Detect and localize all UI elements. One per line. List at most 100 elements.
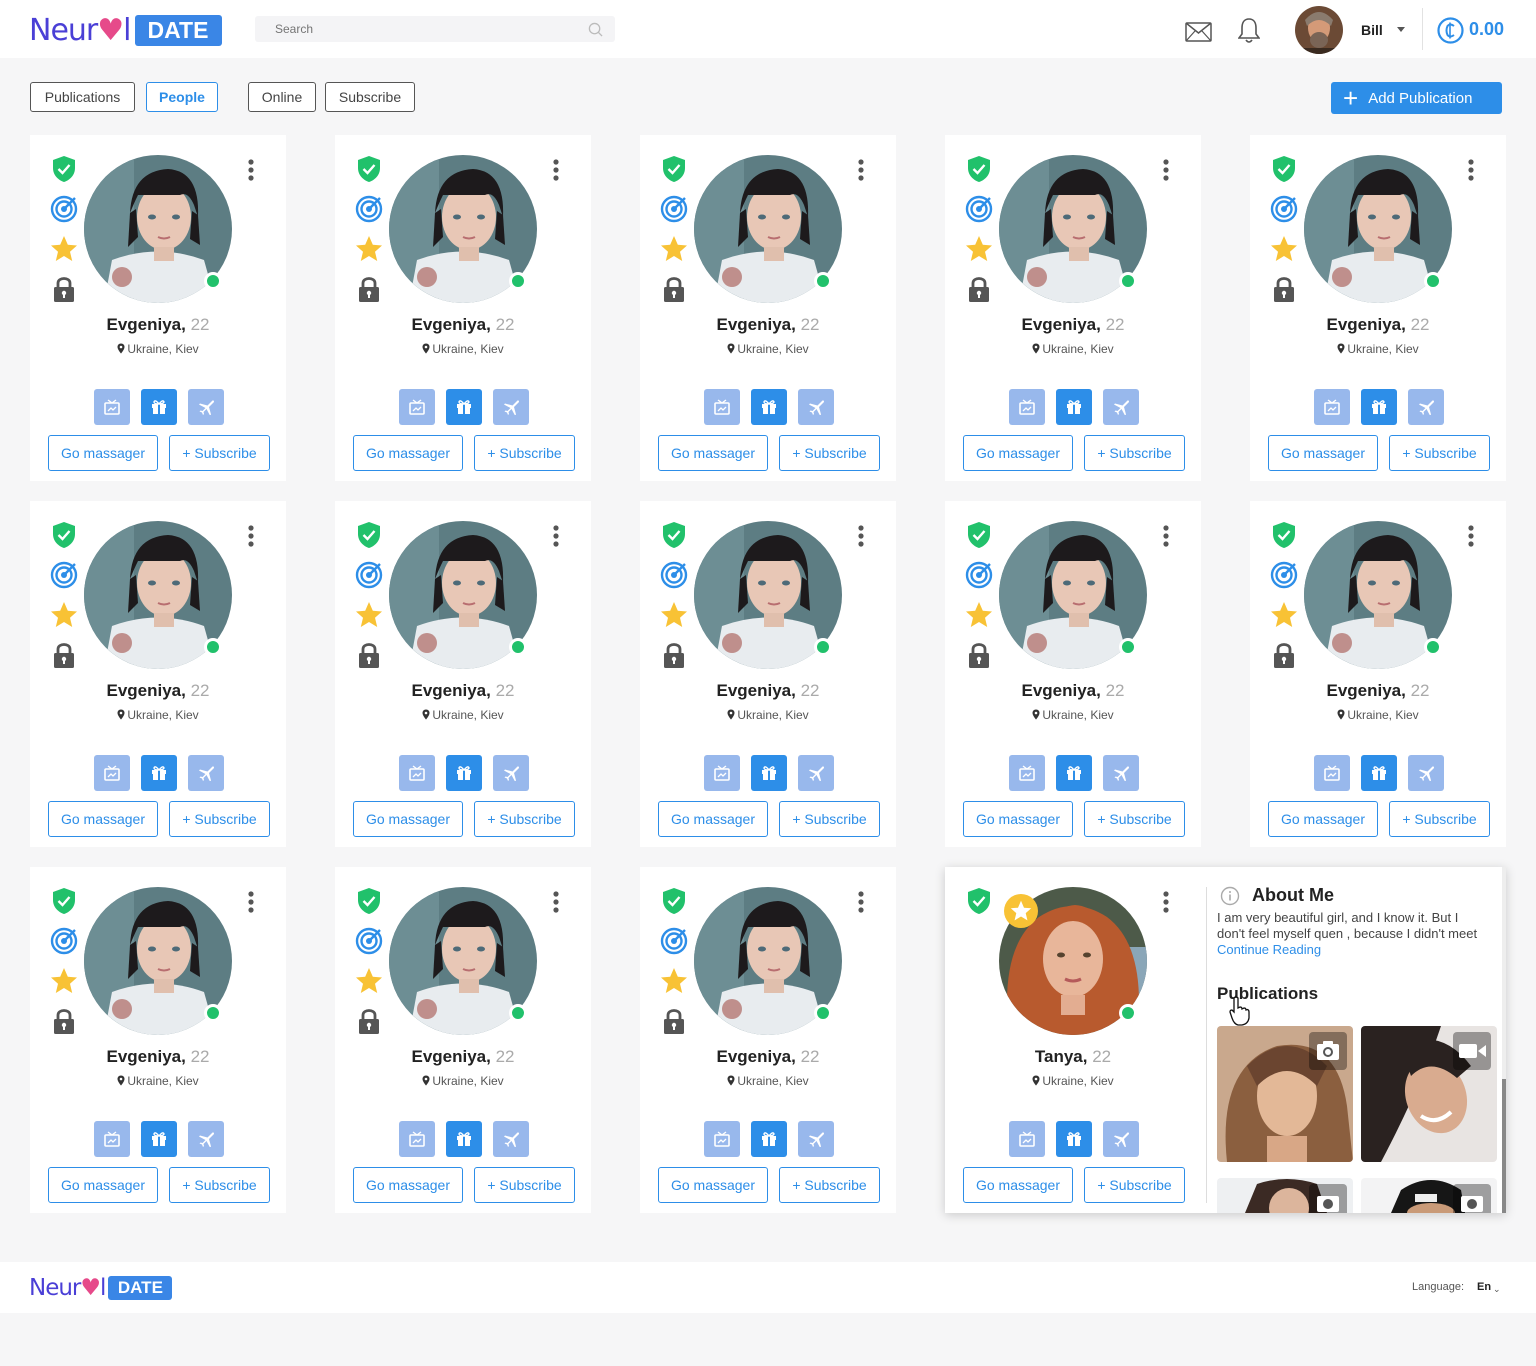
video-chat-button[interactable] xyxy=(1009,389,1045,425)
language-select[interactable]: En xyxy=(1477,1281,1491,1293)
filter-online[interactable]: Online xyxy=(248,82,316,112)
go-messenger-button[interactable]: Go massager xyxy=(353,801,463,837)
more-vert-icon[interactable] xyxy=(1163,159,1169,181)
profile-name[interactable]: Tanya, 22 xyxy=(945,1047,1201,1067)
video-chat-button[interactable] xyxy=(704,1121,740,1157)
profile-card[interactable]: Evgeniya, 22 Ukraine, Kiev Go massager +… xyxy=(30,501,286,847)
profile-name[interactable]: Evgeniya, 22 xyxy=(640,1047,896,1067)
more-vert-icon[interactable] xyxy=(858,159,864,181)
profile-name[interactable]: Evgeniya, 22 xyxy=(640,315,896,335)
publication-thumb[interactable] xyxy=(1361,1026,1497,1162)
footer-brand-logo[interactable]: Neur ♥ l DATE xyxy=(29,1275,173,1301)
go-messenger-button[interactable]: Go massager xyxy=(963,435,1073,471)
subscribe-button[interactable]: + Subscribe xyxy=(779,1167,880,1203)
go-messenger-button[interactable]: Go massager xyxy=(658,801,768,837)
brand-logo[interactable]: Neur ♥ l DATE xyxy=(29,13,222,48)
more-vert-icon[interactable] xyxy=(1163,525,1169,547)
gift-button[interactable] xyxy=(1361,389,1397,425)
go-messenger-button[interactable]: Go massager xyxy=(48,801,158,837)
profile-card[interactable]: Evgeniya, 22 Ukraine, Kiev Go massager +… xyxy=(640,135,896,481)
publication-thumb[interactable] xyxy=(1361,1178,1497,1213)
gift-button[interactable] xyxy=(141,389,177,425)
scrollbar[interactable] xyxy=(1502,867,1506,1213)
gift-button[interactable] xyxy=(1361,755,1397,791)
travel-button[interactable] xyxy=(1103,1121,1139,1157)
chevron-down-icon[interactable] xyxy=(1397,27,1405,32)
gift-button[interactable] xyxy=(446,1121,482,1157)
more-vert-icon[interactable] xyxy=(1468,159,1474,181)
more-vert-icon[interactable] xyxy=(248,525,254,547)
profile-card[interactable]: Evgeniya, 22 Ukraine, Kiev Go massager +… xyxy=(1250,135,1506,481)
subscribe-button[interactable]: + Subscribe xyxy=(1084,1167,1185,1203)
more-vert-icon[interactable] xyxy=(1468,525,1474,547)
gift-button[interactable] xyxy=(1056,1121,1092,1157)
more-vert-icon[interactable] xyxy=(1163,891,1169,913)
profile-name[interactable]: Evgeniya, 22 xyxy=(1250,315,1506,335)
profile-name[interactable]: Evgeniya, 22 xyxy=(30,681,286,701)
profile-name[interactable]: Evgeniya, 22 xyxy=(30,315,286,335)
more-vert-icon[interactable] xyxy=(248,891,254,913)
profile-card[interactable]: Evgeniya, 22 Ukraine, Kiev Go massager +… xyxy=(945,501,1201,847)
publication-thumb[interactable] xyxy=(1217,1178,1353,1213)
add-publication-button[interactable]: + Add Publication xyxy=(1331,82,1502,114)
more-vert-icon[interactable] xyxy=(553,159,559,181)
travel-button[interactable] xyxy=(188,755,224,791)
video-chat-button[interactable] xyxy=(94,1121,130,1157)
travel-button[interactable] xyxy=(493,389,529,425)
video-chat-button[interactable] xyxy=(94,755,130,791)
subscribe-button[interactable]: + Subscribe xyxy=(474,1167,575,1203)
profile-name[interactable]: Evgeniya, 22 xyxy=(640,681,896,701)
search-bar[interactable] xyxy=(255,16,615,42)
publication-thumb[interactable] xyxy=(1217,1026,1353,1162)
travel-button[interactable] xyxy=(798,389,834,425)
subscribe-button[interactable]: + Subscribe xyxy=(474,435,575,471)
gift-button[interactable] xyxy=(751,389,787,425)
gift-button[interactable] xyxy=(446,389,482,425)
more-vert-icon[interactable] xyxy=(248,159,254,181)
video-chat-button[interactable] xyxy=(399,1121,435,1157)
filter-people[interactable]: People xyxy=(146,82,218,112)
profile-card[interactable]: Evgeniya, 22 Ukraine, Kiev Go massager +… xyxy=(335,501,591,847)
gift-button[interactable] xyxy=(1056,389,1092,425)
more-vert-icon[interactable] xyxy=(553,891,559,913)
gift-button[interactable] xyxy=(141,755,177,791)
video-chat-button[interactable] xyxy=(399,389,435,425)
more-vert-icon[interactable] xyxy=(858,891,864,913)
chevron-down-icon[interactable]: ⌄ xyxy=(1493,1284,1501,1295)
subscribe-button[interactable]: + Subscribe xyxy=(1389,801,1490,837)
video-chat-button[interactable] xyxy=(94,389,130,425)
go-messenger-button[interactable]: Go massager xyxy=(353,1167,463,1203)
go-messenger-button[interactable]: Go massager xyxy=(658,435,768,471)
gift-button[interactable] xyxy=(1056,755,1092,791)
video-chat-button[interactable] xyxy=(704,389,740,425)
expanded-profile-summary[interactable]: Tanya, 22 Ukraine, Kiev Go massager + Su… xyxy=(945,867,1201,1213)
go-messenger-button[interactable]: Go massager xyxy=(48,435,158,471)
video-chat-button[interactable] xyxy=(704,755,740,791)
subscribe-button[interactable]: + Subscribe xyxy=(779,801,880,837)
subscribe-button[interactable]: + Subscribe xyxy=(169,435,270,471)
travel-button[interactable] xyxy=(493,1121,529,1157)
profile-card[interactable]: Evgeniya, 22 Ukraine, Kiev Go massager +… xyxy=(1250,501,1506,847)
subscribe-button[interactable]: + Subscribe xyxy=(1084,801,1185,837)
mail-icon[interactable] xyxy=(1185,22,1212,42)
profile-card[interactable]: Evgeniya, 22 Ukraine, Kiev Go massager +… xyxy=(640,867,896,1213)
profile-name[interactable]: Evgeniya, 22 xyxy=(30,1047,286,1067)
video-chat-button[interactable] xyxy=(1314,389,1350,425)
bell-icon[interactable] xyxy=(1238,17,1260,44)
profile-name[interactable]: Evgeniya, 22 xyxy=(945,681,1201,701)
travel-button[interactable] xyxy=(493,755,529,791)
travel-button[interactable] xyxy=(1408,389,1444,425)
profile-card[interactable]: Evgeniya, 22 Ukraine, Kiev Go massager +… xyxy=(640,501,896,847)
subscribe-button[interactable]: + Subscribe xyxy=(1389,435,1490,471)
profile-card[interactable]: Evgeniya, 22 Ukraine, Kiev Go massager +… xyxy=(30,135,286,481)
travel-button[interactable] xyxy=(1408,755,1444,791)
profile-name[interactable]: Evgeniya, 22 xyxy=(335,681,591,701)
go-messenger-button[interactable]: Go massager xyxy=(48,1167,158,1203)
user-avatar[interactable] xyxy=(1295,6,1343,54)
profile-name[interactable]: Evgeniya, 22 xyxy=(945,315,1201,335)
profile-name[interactable]: Evgeniya, 22 xyxy=(335,1047,591,1067)
subscribe-button[interactable]: + Subscribe xyxy=(169,801,270,837)
profile-card[interactable]: Evgeniya, 22 Ukraine, Kiev Go massager +… xyxy=(335,867,591,1213)
more-vert-icon[interactable] xyxy=(553,525,559,547)
travel-button[interactable] xyxy=(188,389,224,425)
